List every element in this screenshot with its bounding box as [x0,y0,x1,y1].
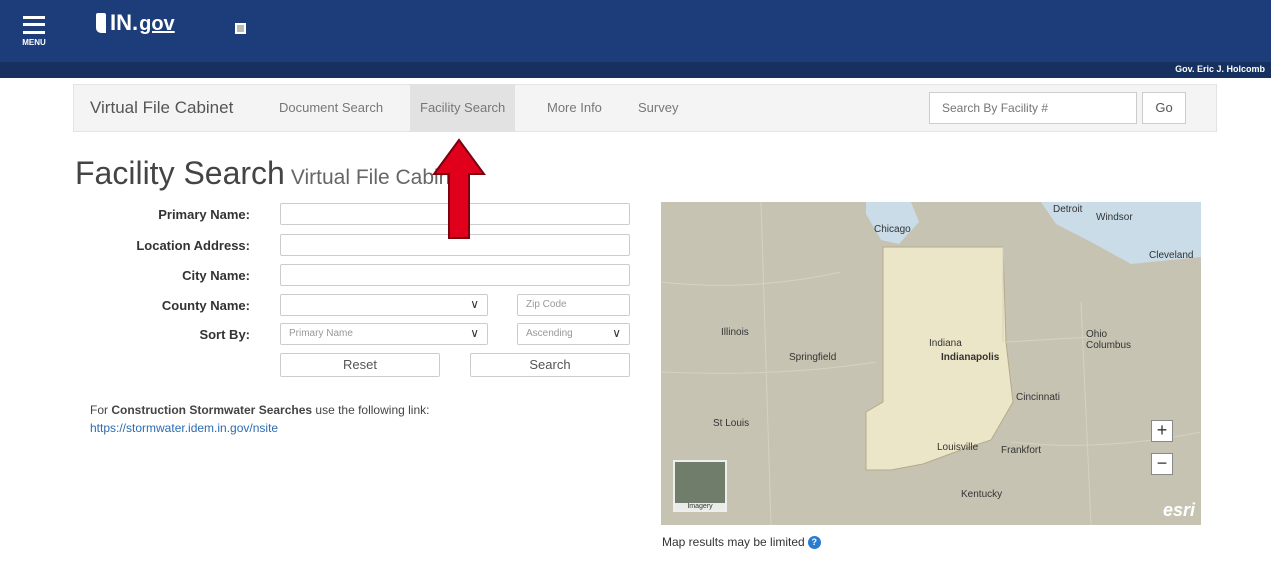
nav-item-document-search[interactable]: Document Search [269,85,393,131]
stormwater-link[interactable]: https://stormwater.idem.in.gov/nsite [90,421,278,435]
stormwater-bold: Construction Stormwater Searches [111,403,313,417]
map-label-cincinnati: Cincinnati [1016,392,1060,403]
logo-dot: . [132,10,139,35]
help-icon[interactable]: ? [807,536,821,550]
nav-item-facility-search[interactable]: Facility Search [410,85,516,131]
city-name-input[interactable] [280,264,630,286]
esri-logo: esri [1162,500,1195,520]
menu-label: MENU [22,37,46,47]
red-arrow-annotation [432,138,486,239]
facility-number-search-input[interactable] [929,92,1137,124]
stormwater-prefix: For [90,403,112,417]
governor-name[interactable]: Gov. Eric J. Holcomb [1175,64,1265,74]
indiana-state-icon [96,13,106,33]
basemap-label: Imagery [675,503,725,510]
logo-text: IN [110,10,132,35]
map-label-frankfort: Frankfort [1001,445,1042,456]
logo-gov: gov [139,13,175,35]
zoom-in-button[interactable]: + [1151,420,1173,442]
go-button[interactable]: Go [1142,92,1186,124]
stormwater-suffix: use the following link: [312,403,430,417]
county-name-select[interactable]: ∨ [280,294,488,316]
map-label-ohio: Ohio [1086,329,1108,340]
location-address-label: Location Address: [136,238,250,253]
sort-by-select[interactable]: Primary Name ∨ [280,323,488,345]
reset-button[interactable]: Reset [280,353,440,377]
map-label-louisville: Louisville [937,442,979,453]
search-button[interactable]: Search [470,353,630,377]
sort-order-select[interactable]: Ascending ∨ [517,323,630,345]
map-label-kentucky: Kentucky [961,489,1003,500]
chevron-down-icon: ∨ [470,297,479,311]
map-label-detroit: Detroit [1053,204,1083,215]
map-basemap [661,202,1201,525]
app-navbar: Virtual File Cabinet Document Search Fac… [73,84,1217,132]
map-note-text: Map results may be limited [662,535,805,549]
translate-icon[interactable] [235,23,246,34]
map-label-columbus: Columbus [1086,340,1132,351]
governor-bar: Gov. Eric J. Holcomb [0,62,1271,78]
map-label-chicago: Chicago [874,224,911,235]
city-name-label: City Name: [182,268,250,283]
nav-item-survey[interactable]: Survey [628,85,688,131]
map-label-indiana: Indiana [929,338,962,349]
zip-code-input[interactable]: Zip Code [517,294,630,316]
nav-item-more-info[interactable]: More Info [537,85,612,131]
page-title-text: Facility Search [75,155,285,191]
navbar-brand[interactable]: Virtual File Cabinet [90,98,233,118]
map-label-springfield: Springfield [789,352,837,363]
county-name-label: County Name: [161,298,250,313]
map-label-windsor: Windsor [1096,212,1133,223]
top-header: MENU IN. gov [0,0,1271,62]
map-label-illinois: Illinois [721,327,749,338]
primary-name-label: Primary Name: [158,207,250,222]
zip-code-placeholder: Zip Code [526,299,567,310]
sort-by-label: Sort By: [199,327,250,342]
stormwater-note: For Construction Stormwater Searches use… [90,403,429,417]
chevron-down-icon: ∨ [612,326,621,340]
hamburger-icon [23,15,45,34]
sort-order-value: Ascending [526,328,573,339]
sort-by-value: Primary Name [289,328,353,339]
in-gov-logo[interactable]: IN. gov [96,10,175,36]
map-label-indianapolis: Indianapolis [941,352,1000,363]
map-note: Map results may be limited? [662,535,821,550]
map-label-st-louis: St Louis [713,418,750,429]
facility-map[interactable]: Chicago Detroit Windsor Cleveland Illino… [661,202,1201,525]
zoom-out-button[interactable]: − [1151,453,1173,475]
basemap-toggle[interactable]: Imagery [673,460,727,512]
chevron-down-icon: ∨ [470,326,479,340]
page-title: Facility Search Virtual File Cabinet [75,155,468,192]
map-label-cleveland: Cleveland [1149,250,1194,261]
menu-button[interactable]: MENU [0,0,68,62]
